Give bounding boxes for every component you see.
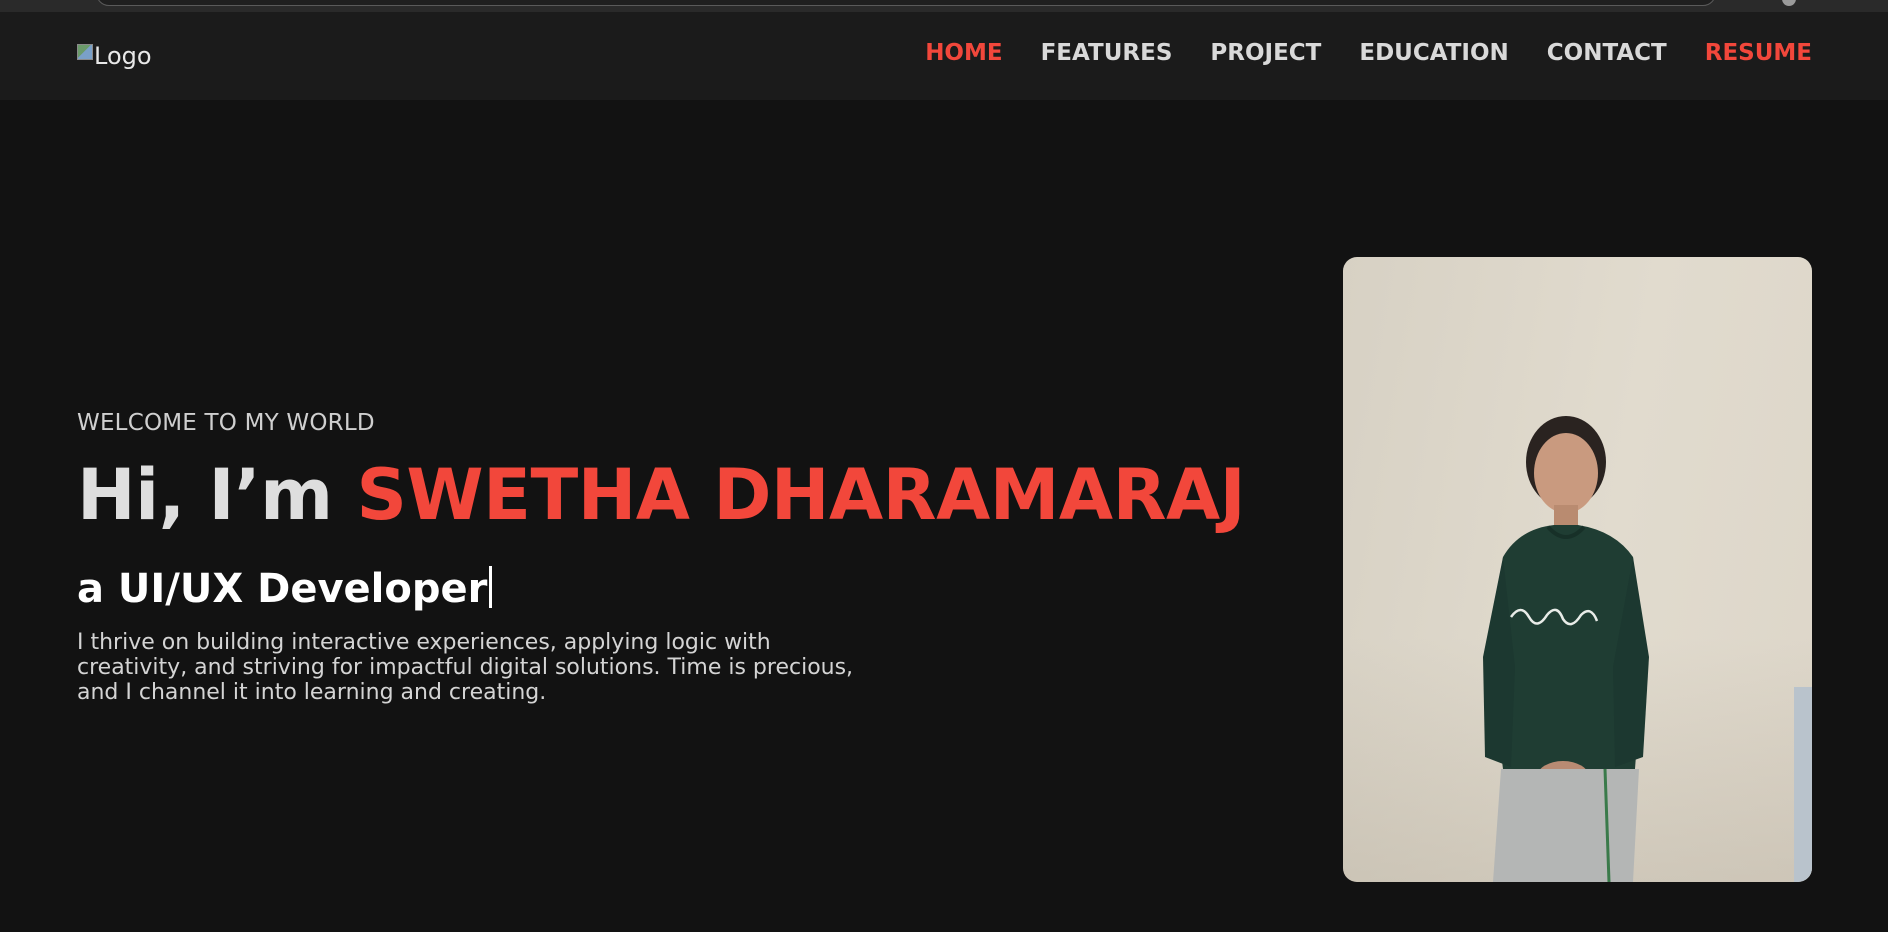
nav-home-link[interactable]: HOME — [925, 40, 1002, 66]
logo-alt-text: Logo — [94, 42, 152, 70]
nav-project-link[interactable]: PROJECT — [1210, 40, 1321, 66]
main-nav: HOME FEATURES PROJECT EDUCATION CONTACT … — [925, 40, 1812, 66]
hero-headline: Hi, I’m SWETHA DHARAMARAJ — [77, 460, 1246, 530]
hero-role: a UI/UX Developer — [77, 566, 493, 612]
nav-resume-link[interactable]: RESUME — [1705, 40, 1812, 66]
logo[interactable]: Logo — [77, 42, 152, 70]
address-bar[interactable] — [96, 0, 1716, 6]
nav-education-link[interactable]: EDUCATION — [1359, 40, 1508, 66]
hero-greeting: Hi, I’m — [77, 454, 357, 536]
hero-section: WELCOME TO MY WORLD Hi, I’m SWETHA DHARA… — [0, 100, 1888, 932]
person-illustration — [1483, 416, 1649, 882]
hero-role-text: a UI/UX Developer — [77, 566, 488, 612]
profile-photo — [1343, 257, 1812, 882]
extension-icon[interactable] — [1782, 0, 1796, 6]
navbar: Logo HOME FEATURES PROJECT EDUCATION CON… — [0, 12, 1888, 100]
nav-features-link[interactable]: FEATURES — [1041, 40, 1173, 66]
hero-bio: I thrive on building interactive experie… — [77, 630, 854, 705]
browser-chrome-strip — [0, 0, 1888, 12]
broken-image-icon — [77, 44, 93, 60]
hero-eyebrow: WELCOME TO MY WORLD — [77, 410, 375, 436]
nav-contact-link[interactable]: CONTACT — [1547, 40, 1667, 66]
hero-name: SWETHA DHARAMARAJ — [356, 454, 1246, 536]
typing-cursor — [489, 566, 493, 608]
